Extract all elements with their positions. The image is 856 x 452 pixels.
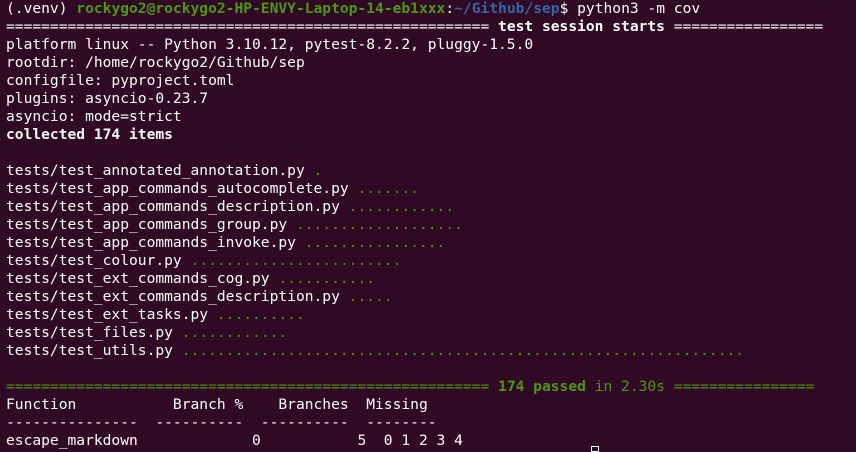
banner-rule-right: ================= bbox=[673, 18, 824, 35]
test-file: tests/test_files.py bbox=[6, 324, 182, 341]
summary-rule-right: ================ bbox=[673, 378, 815, 395]
collected-line: collected 174 items bbox=[6, 126, 173, 143]
test-progress: ............ bbox=[181, 324, 288, 341]
test-progress: ........................ bbox=[190, 252, 402, 269]
test-file: tests/test_utils.py bbox=[6, 342, 182, 359]
session-banner: ========================================… bbox=[6, 18, 823, 36]
test-line: tests/test_annotated_annotation.py . bbox=[6, 162, 322, 180]
summary-banner: ========================================… bbox=[6, 378, 814, 396]
test-line: tests/test_app_commands_invoke.py ......… bbox=[6, 234, 445, 252]
test-line: tests/test_ext_commands_description.py .… bbox=[6, 288, 393, 306]
test-line: tests/test_ext_tasks.py .......... bbox=[6, 306, 305, 324]
banner-title: test session starts bbox=[489, 18, 674, 35]
test-progress: ........... bbox=[278, 270, 376, 287]
rootdir-line: rootdir: /home/rockygo2/Github/sep bbox=[6, 54, 305, 71]
coverage-separator: --------------- ---------- ---------- --… bbox=[6, 414, 437, 431]
summary-rule-left: ========================================… bbox=[6, 378, 490, 395]
test-file: tests/test_app_commands_invoke.py bbox=[6, 234, 305, 251]
test-line: tests/test_app_commands_description.py .… bbox=[6, 198, 454, 216]
test-progress: ................ bbox=[304, 234, 446, 251]
banner-rule-left: ========================================… bbox=[6, 18, 490, 35]
test-file: tests/test_ext_tasks.py bbox=[6, 306, 217, 323]
test-line: tests/test_colour.py ...................… bbox=[6, 252, 401, 270]
test-file: tests/test_ext_commands_description.py bbox=[6, 288, 349, 305]
test-progress: ............ bbox=[348, 198, 455, 215]
test-file: tests/test_app_commands_autocomplete.py bbox=[6, 180, 358, 197]
prompt-user-host: rockygo2@rockygo2-HP-ENVY-Laptop-14-eb1x… bbox=[76, 0, 446, 17]
test-line: tests/test_ext_commands_cog.py .........… bbox=[6, 270, 375, 288]
test-file: tests/test_ext_commands_cog.py bbox=[6, 270, 279, 287]
test-line: tests/test_app_commands_group.py .......… bbox=[6, 216, 463, 234]
prompt-symbol: $ bbox=[559, 0, 578, 17]
test-file: tests/test_colour.py bbox=[6, 252, 191, 269]
prompt-command: python3 -m cov bbox=[577, 0, 701, 17]
coverage-header: Function Branch % Branches Missing bbox=[6, 396, 428, 413]
prompt-colon: : bbox=[445, 0, 455, 17]
venv-indicator: (.venv) bbox=[6, 0, 77, 17]
platform-line: platform linux -- Python 3.10.12, pytest… bbox=[6, 36, 534, 53]
prompt-line: (.venv) rockygo2@rockygo2-HP-ENVY-Laptop… bbox=[6, 0, 700, 18]
test-line: tests/test_utils.py ....................… bbox=[6, 342, 744, 360]
terminal-window[interactable]: (.venv) rockygo2@rockygo2-HP-ENVY-Laptop… bbox=[0, 0, 856, 452]
test-file: tests/test_app_commands_description.py bbox=[6, 198, 349, 215]
text-cursor bbox=[591, 446, 599, 452]
test-progress: ................... bbox=[295, 216, 463, 233]
prompt-path: ~/Github/sep bbox=[454, 0, 560, 17]
asyncio-line: asyncio: mode=strict bbox=[6, 108, 182, 125]
passed-count: 174 passed bbox=[489, 378, 586, 395]
test-line: tests/test_files.py ............ bbox=[6, 324, 287, 342]
configfile-line: configfile: pyproject.toml bbox=[6, 72, 235, 89]
duration: in 2.30s bbox=[585, 378, 674, 395]
test-progress: ........................................… bbox=[181, 342, 745, 359]
test-line: tests/test_app_commands_autocomplete.py … bbox=[6, 180, 419, 198]
test-progress: .......... bbox=[216, 306, 305, 323]
coverage-row: escape_markdown 0 5 0 1 2 3 4 bbox=[6, 432, 463, 449]
plugins-line: plugins: asyncio-0.23.7 bbox=[6, 90, 209, 107]
test-file: tests/test_annotated_annotation.py bbox=[6, 162, 314, 179]
test-file: tests/test_app_commands_group.py bbox=[6, 216, 296, 233]
test-progress: . bbox=[313, 162, 323, 179]
test-progress: ....... bbox=[357, 180, 419, 197]
test-progress: ..... bbox=[348, 288, 393, 305]
